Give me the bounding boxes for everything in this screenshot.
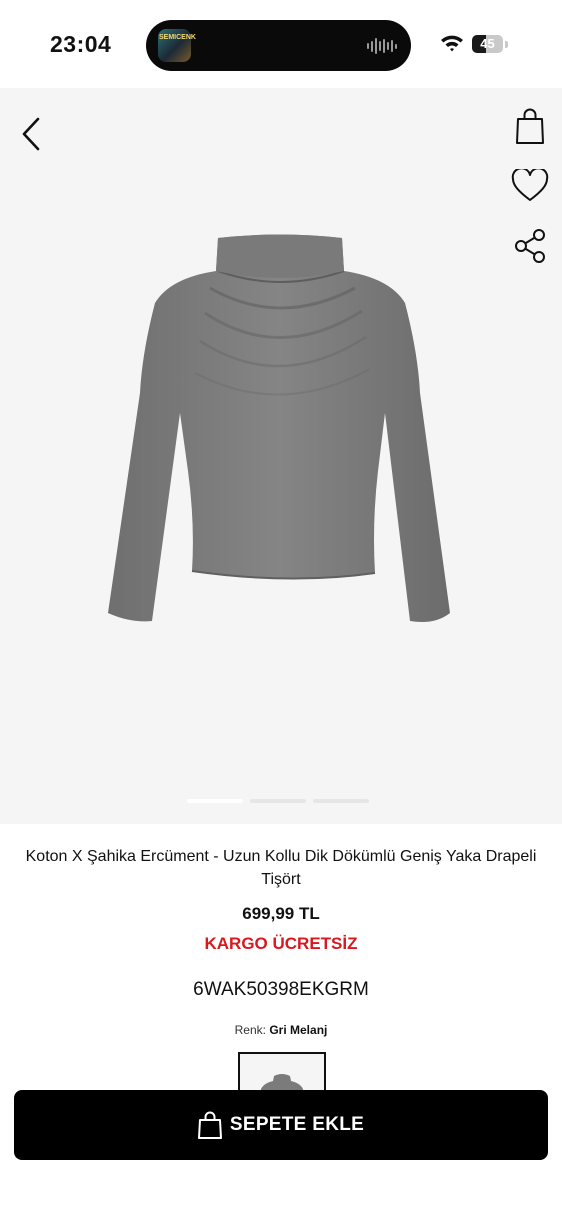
now-playing-album-art[interactable]: SEMICENK [158,29,196,62]
color-value: Gri Melanj [269,1023,328,1037]
add-to-cart-button[interactable]: SEPETE EKLE [14,1090,548,1160]
color-selection-label: Renk: Gri Melanj [0,1023,562,1037]
status-bar: 23:04 SEMICENK 45 [0,0,562,88]
product-image[interactable] [100,233,460,633]
album-art-text: SEMICENK [159,34,196,41]
product-price: 699,99 TL [242,904,320,923]
audio-waveform-icon [367,37,397,55]
favorite-button[interactable] [508,164,552,208]
cart-bag-button[interactable] [508,104,552,148]
gallery-dot[interactable] [187,799,243,803]
product-gallery[interactable] [0,88,562,824]
gallery-pagination[interactable] [187,799,369,803]
back-button[interactable] [14,114,50,154]
color-label: Renk: [234,1023,266,1037]
shopping-bag-icon [516,108,544,144]
product-title: Koton X Şahika Ercüment - Uzun Kollu Dik… [25,848,537,888]
wifi-icon [441,35,463,52]
share-icon [515,229,545,263]
gallery-dot[interactable] [313,799,369,803]
add-to-cart-label: SEPETE EKLE [229,1114,365,1135]
gallery-dot[interactable] [250,799,306,803]
battery-tip [505,41,508,48]
product-sku: 6WAK50398EKGRM [193,979,369,1000]
heart-icon [511,169,549,201]
free-shipping-label: KARGO ÜCRETSİZ [204,934,358,953]
chevron-left-icon [22,117,40,151]
status-time: 23:04 [50,31,112,57]
share-button[interactable] [508,224,552,268]
battery-percentage: 45 [480,36,495,51]
battery-indicator: 45 [472,35,503,53]
dynamic-island[interactable]: SEMICENK [146,20,411,71]
shopping-bag-icon [197,1111,222,1139]
